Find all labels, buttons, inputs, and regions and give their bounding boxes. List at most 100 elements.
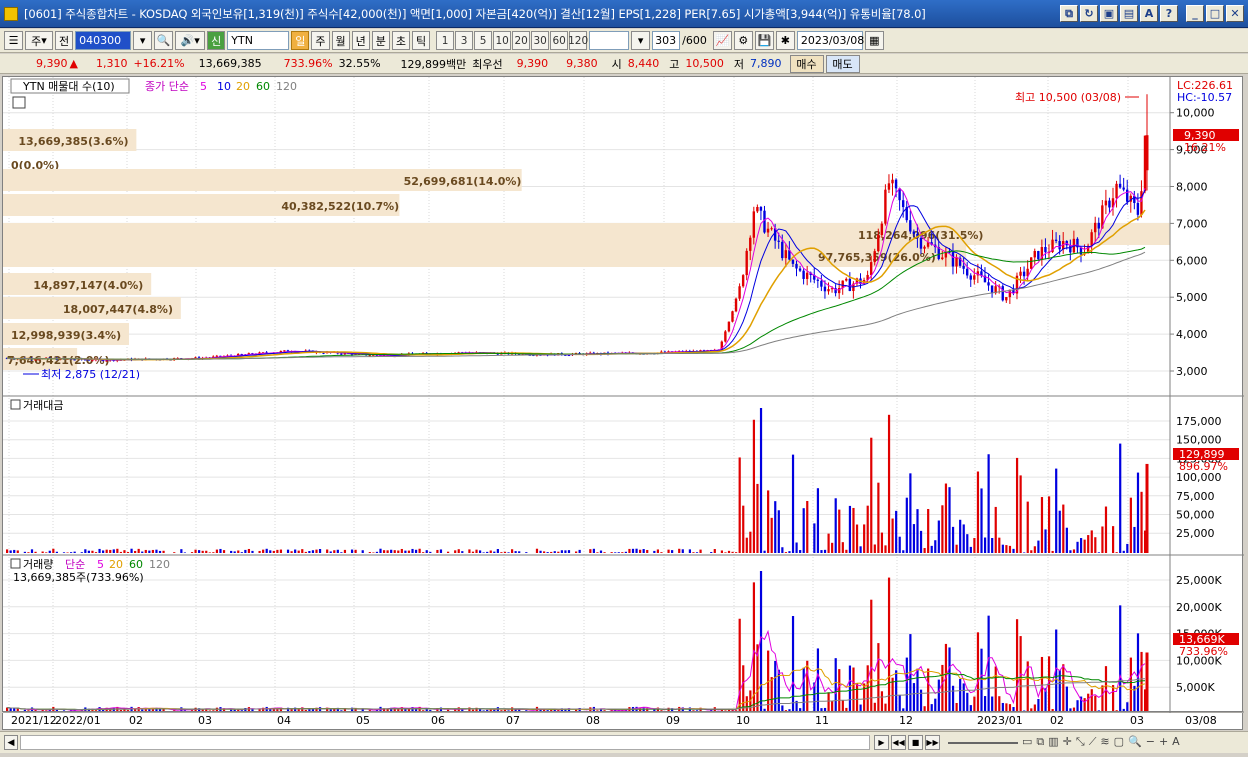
amount-bar [237,550,240,553]
interval-120[interactable]: 120 [568,31,588,50]
volume-bar [119,709,122,711]
candle [756,206,759,212]
amount-bar [368,552,371,553]
fast-forward-icon[interactable]: ▶▶ [925,735,940,750]
candle [823,286,827,292]
minus-icon[interactable]: − [1146,735,1155,749]
scroll-left-icon[interactable]: ◀ [4,735,18,750]
amount-bar [354,549,357,553]
volume-bar [27,710,30,711]
stock-code-input[interactable]: 040300 [75,31,132,50]
market-select[interactable]: 주 ▾ [25,31,53,50]
amount-bar [27,552,30,553]
buy-button[interactable]: 매수 [789,54,824,73]
settings-icon[interactable]: ✱ [775,31,795,50]
chart-type-icon[interactable]: 📈 [712,31,732,50]
stop-icon[interactable]: ■ [908,735,923,750]
volume-bar [895,670,898,711]
amount-bar [123,550,126,553]
period-week[interactable]: 주 [311,31,330,50]
amount-bar [1076,541,1079,553]
date-input[interactable]: 2023/03/08 [796,31,864,50]
stock-chart[interactable]: 13,669,385(3.6%)0(0.0%)52,699,681(14.0%)… [3,77,1244,713]
interval-30[interactable]: 30 [531,31,550,50]
volume-bar [55,709,58,711]
save-icon[interactable]: 💾 [754,31,774,50]
candle [1122,187,1125,190]
amount-bar [735,552,738,553]
rect-icon[interactable]: ▢ [1114,735,1124,749]
period-tick[interactable]: 틱 [412,31,431,50]
scroll-bar[interactable]: ◀ ▶ ◀◀ ■ ▶▶ ▭ ⧉ ▥ ✛ ⤡ ⟋ ≋ ▢ 🔍 − + A [0,731,1248,753]
refresh-icon[interactable]: ↻ [1080,5,1098,22]
amount-bar [870,437,873,553]
zoom-icon[interactable]: 🔍 [1128,735,1142,749]
help-icon[interactable]: ? [1160,5,1178,22]
layout-icon[interactable]: ▣ [1100,5,1118,22]
candle [745,250,748,276]
bookmark-icon[interactable]: ☰ [4,31,23,50]
scroll-track[interactable] [20,735,870,750]
stock-name-field[interactable]: YTN [227,31,290,50]
period-day[interactable]: 일 [291,31,310,50]
interval-20[interactable]: 20 [512,31,531,50]
chart-area[interactable]: 13,669,385(3.6%) 0(0.0%) 52,699,681(14.0%)… [2,76,1244,713]
table-icon[interactable] [12,96,26,109]
font-icon[interactable]: A [1172,735,1180,749]
maximize-button[interactable]: □ [1206,5,1224,22]
copy-icon[interactable]: ⧉ [1036,735,1044,749]
plus-icon[interactable]: + [1159,735,1168,749]
speaker-icon[interactable]: 🔊▾ [175,31,206,50]
volume-bar [991,696,994,711]
tile-icon[interactable]: ▥ [1048,735,1058,749]
fib-icon[interactable]: ≋ [1100,735,1109,749]
amount-bar [927,509,930,553]
interval-5[interactable]: 5 [474,31,493,50]
pane-toggle-icon[interactable] [10,399,21,410]
interval-60[interactable]: 60 [550,31,569,50]
window-icon[interactable]: ▭ [1022,735,1032,749]
period-minute[interactable]: 분 [371,31,390,50]
pane-toggle-icon[interactable] [10,558,21,569]
trend-icon[interactable]: ⤡ [1076,735,1085,749]
period-second[interactable]: 초 [391,31,410,50]
candle [955,257,958,267]
candle [791,259,795,264]
dropdown-icon[interactable]: ▾ [133,31,153,50]
screen-icon[interactable]: ▤ [1120,5,1138,22]
zoom-slider[interactable] [948,742,1018,744]
interval-1[interactable]: 1 [436,31,455,50]
amount-bar [500,552,503,553]
close-button[interactable]: ✕ [1226,5,1244,22]
indicator-icon[interactable]: ⚙ [733,31,753,50]
dropdown-icon[interactable]: ▾ [631,31,651,50]
period-year[interactable]: 년 [351,31,370,50]
price-tick-label: 4,000 [1176,328,1208,341]
interval-input[interactable] [589,31,630,50]
search-icon[interactable]: 🔍 [154,31,174,50]
amount-bar [823,549,827,553]
count-input[interactable]: 303 [652,31,681,50]
minimize-button[interactable]: _ [1186,5,1204,22]
play-icon[interactable]: ▶ [874,735,889,750]
volume-bar [1065,686,1068,711]
rewind-icon[interactable]: ◀◀ [891,735,906,750]
amount-bar [877,482,880,553]
price-tick-label: 5,000 [1176,291,1208,304]
period-month[interactable]: 월 [331,31,350,50]
text-icon[interactable]: A [1140,5,1158,22]
link-icon[interactable]: ⧉ [1060,5,1078,22]
interval-10[interactable]: 10 [493,31,512,50]
volume-bar [742,665,745,711]
x-axis-label: 11 [815,714,829,727]
amount-bar [848,505,852,553]
sell-button[interactable]: 매도 [825,54,860,73]
amount-bar [799,550,802,553]
prev-button[interactable]: 전 [55,31,74,50]
volume-bar [1083,698,1086,711]
calendar-icon[interactable]: ▦ [864,31,884,50]
crosshair-icon[interactable]: ✛ [1063,735,1072,749]
line-icon[interactable]: ⟋ [1089,735,1097,749]
interval-3[interactable]: 3 [455,31,474,50]
volume-bar [45,710,48,711]
